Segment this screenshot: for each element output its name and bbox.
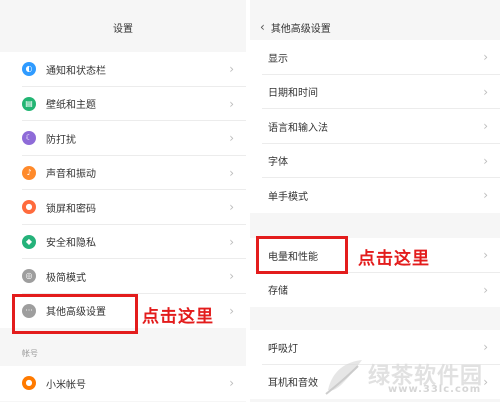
watermark-url: www.33lc.com	[388, 384, 482, 395]
advanced-item-storage[interactable]: 存储 ›	[250, 273, 500, 308]
moon-icon: ☾	[22, 131, 36, 146]
highlight-box-advanced	[12, 294, 138, 334]
chevron-right-icon: ›	[483, 340, 488, 355]
chevron-right-icon: ›	[229, 269, 234, 284]
settings-item-label: 安全和隐私	[46, 238, 96, 250]
advanced-item-label: 存储	[268, 286, 288, 298]
settings-item-label: 通知和状态栏	[46, 65, 106, 77]
advanced-item-display[interactable]: 显示 ›	[250, 40, 500, 75]
page-title: 其他高级设置	[270, 23, 331, 35]
chevron-right-icon: ›	[229, 200, 234, 215]
status-bar	[0, 0, 246, 10]
wallpaper-icon: ▤	[22, 96, 36, 111]
minimal-mode-icon: ◎	[22, 269, 36, 284]
chevron-right-icon: ›	[483, 153, 488, 168]
chevron-right-icon: ›	[229, 376, 234, 391]
settings-item-label: 极简模式	[46, 272, 86, 284]
advanced-item-label: 字体	[268, 157, 288, 169]
advanced-settings-header: ‹ 其他高级设置	[250, 10, 500, 44]
settings-item-do-not-disturb[interactable]: ☾ 防打扰 ›	[0, 121, 246, 156]
settings-item-label: 声音和振动	[46, 169, 96, 181]
settings-item-minimal-mode[interactable]: ◎ 极简模式 ›	[0, 259, 246, 294]
chevron-right-icon: ›	[483, 84, 488, 99]
advanced-item-label: 显示	[268, 53, 288, 65]
advanced-item-one-hand-mode[interactable]: 单手模式 ›	[250, 178, 500, 213]
advanced-item-font[interactable]: 字体 ›	[250, 144, 500, 179]
chevron-right-icon: ›	[229, 131, 234, 146]
chevron-right-icon: ›	[483, 282, 488, 297]
notification-toggle-icon: ◐	[22, 62, 36, 77]
advanced-settings-panel: ‹ 其他高级设置 显示 › 日期和时间 › 语言和输入法 › 字体 › 单手模式…	[250, 0, 500, 402]
advanced-item-date-time[interactable]: 日期和时间 ›	[250, 75, 500, 110]
chevron-right-icon: ›	[483, 188, 488, 203]
settings-item-label: 锁屏和密码	[46, 203, 96, 215]
settings-title: 设置	[0, 10, 246, 44]
callout-click-here-right: 点击这里	[358, 249, 430, 269]
lock-icon: ●	[22, 200, 36, 215]
chevron-left-icon[interactable]: ‹	[260, 20, 265, 34]
settings-panel: 设置 ◐ 通知和状态栏 › ▤ 壁纸和主题 › ☾ 防打扰 › ♪ 声音和振动 …	[0, 0, 248, 402]
settings-list: ◐ 通知和状态栏 › ▤ 壁纸和主题 › ☾ 防打扰 › ♪ 声音和振动 › ●…	[0, 52, 246, 328]
sound-icon: ♪	[22, 165, 36, 180]
chevron-right-icon: ›	[229, 62, 234, 77]
watermark: 绿茶软件园 www.33lc.com	[322, 356, 498, 400]
settings-item-label: 壁纸和主题	[46, 100, 96, 112]
section-label-account: 帐号	[22, 349, 38, 358]
mi-account-icon: ●	[22, 376, 36, 391]
settings-item-lockscreen[interactable]: ● 锁屏和密码 ›	[0, 190, 246, 225]
shield-icon: ◆	[22, 234, 36, 249]
callout-click-here-left: 点击这里	[142, 307, 214, 327]
settings-item-sound[interactable]: ♪ 声音和振动 ›	[0, 156, 246, 191]
chevron-right-icon: ›	[229, 96, 234, 111]
settings-item-label: 小米帐号	[46, 379, 86, 391]
advanced-item-label: 日期和时间	[268, 88, 318, 100]
advanced-item-label: 单手模式	[268, 191, 308, 203]
advanced-item-label: 语言和输入法	[268, 122, 328, 134]
status-bar	[250, 0, 500, 10]
chevron-right-icon: ›	[483, 119, 488, 134]
settings-item-label: 防打扰	[46, 134, 76, 146]
settings-item-mi-account[interactable]: ● 小米帐号 ›	[0, 366, 246, 401]
watermark-logo-icon	[325, 360, 362, 395]
chevron-right-icon: ›	[483, 248, 488, 263]
chevron-right-icon: ›	[229, 165, 234, 180]
account-list: ● 小米帐号 ›	[0, 366, 246, 401]
settings-item-security[interactable]: ◆ 安全和隐私 ›	[0, 225, 246, 260]
highlight-box-battery	[256, 236, 348, 274]
advanced-item-label: 呼吸灯	[268, 343, 298, 355]
advanced-group-1: 显示 › 日期和时间 › 语言和输入法 › 字体 › 单手模式 ›	[250, 40, 500, 213]
chevron-right-icon: ›	[229, 303, 234, 318]
settings-item-wallpaper[interactable]: ▤ 壁纸和主题 ›	[0, 87, 246, 122]
settings-item-notification[interactable]: ◐ 通知和状态栏 ›	[0, 52, 246, 87]
advanced-item-language-input[interactable]: 语言和输入法 ›	[250, 109, 500, 144]
chevron-right-icon: ›	[229, 234, 234, 249]
chevron-right-icon: ›	[483, 50, 488, 65]
